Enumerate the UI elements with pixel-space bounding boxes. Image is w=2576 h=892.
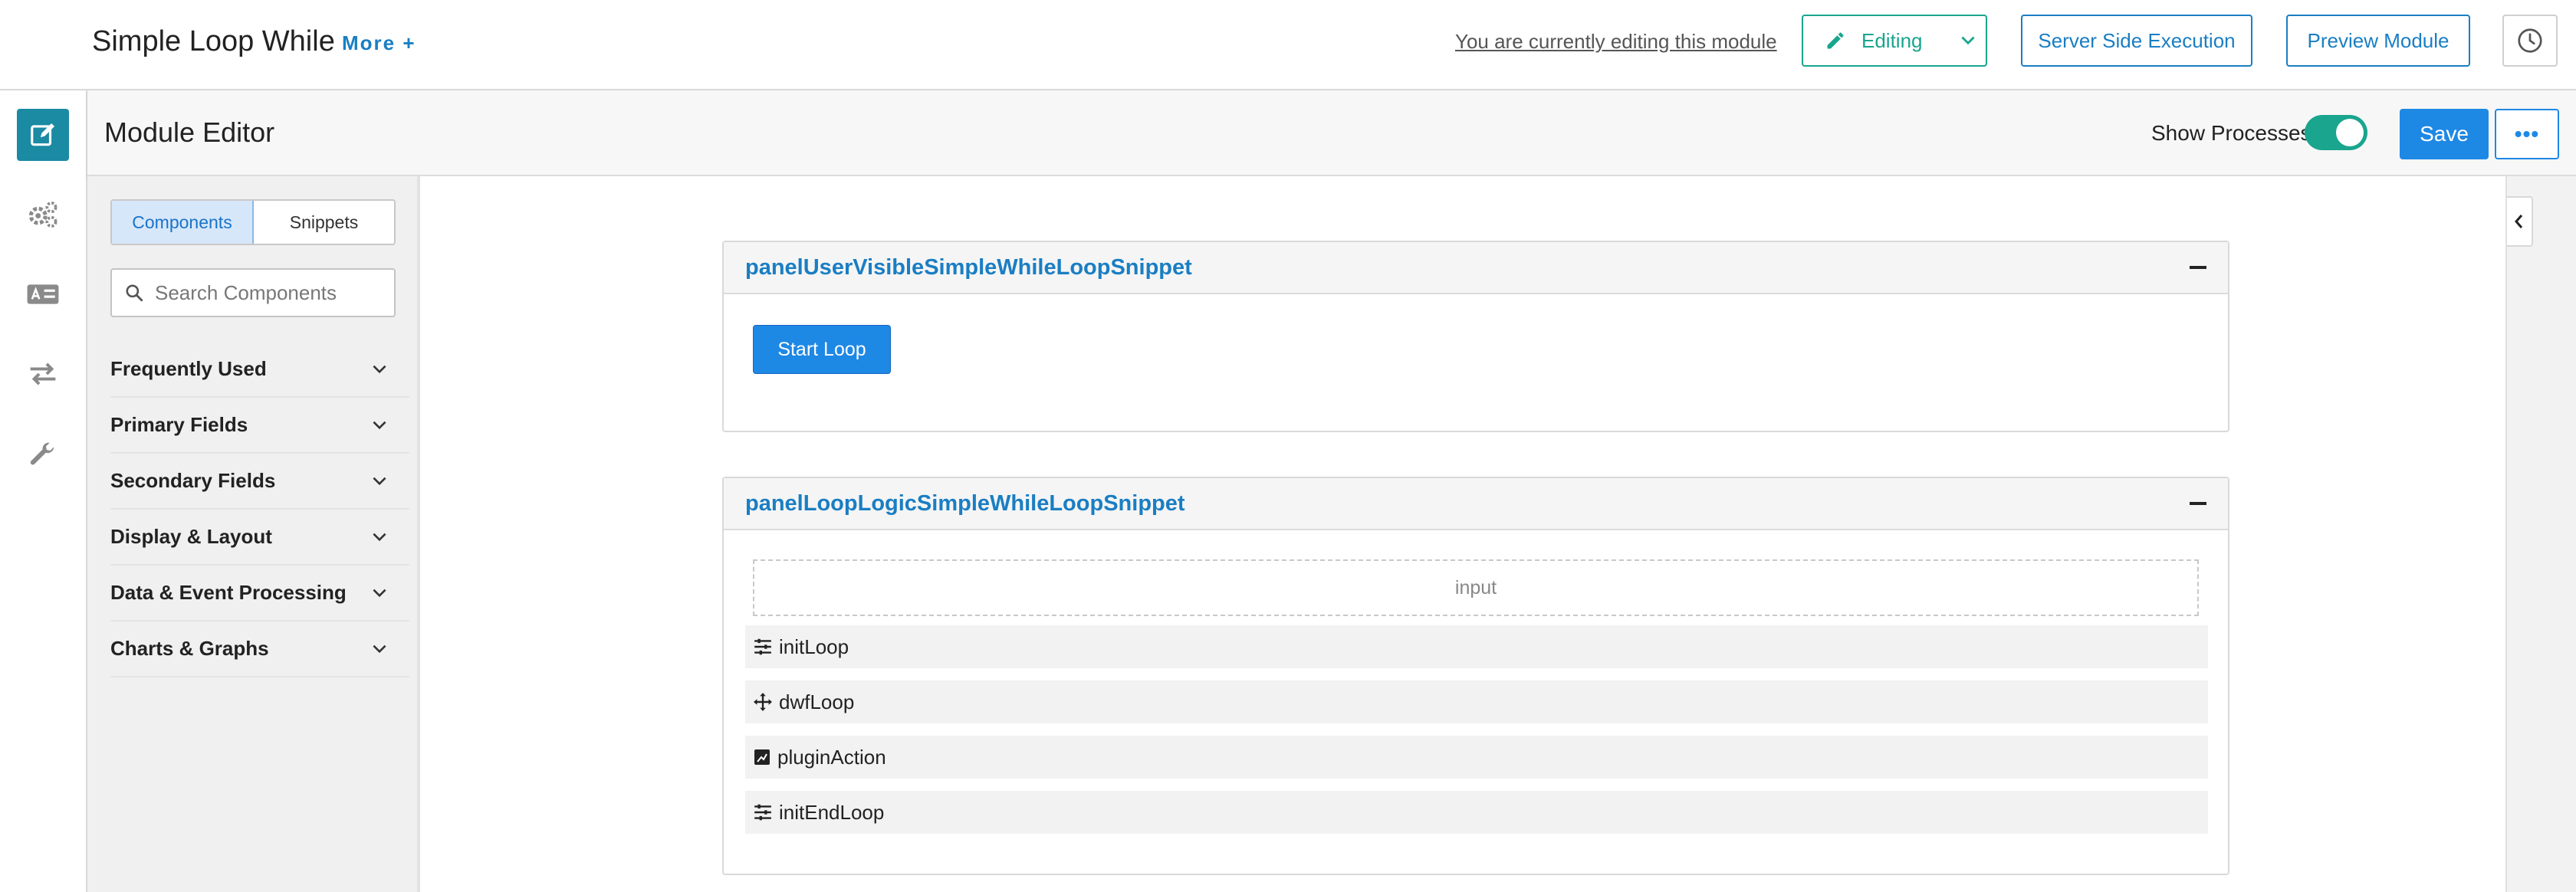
gears-icon (28, 202, 58, 228)
toggle-knob (2336, 119, 2364, 146)
process-row-dwfloop[interactable]: dwfLoop (745, 680, 2208, 723)
plugin-icon (754, 749, 770, 765)
process-row-pluginaction[interactable]: pluginAction (745, 736, 2208, 779)
chevron-down-icon (373, 477, 386, 485)
start-loop-button[interactable]: Start Loop (753, 325, 891, 374)
wrench-icon (30, 442, 54, 465)
editing-dropdown-button[interactable]: Editing (1802, 15, 1987, 67)
panel-header[interactable]: panelLoopLogicSimpleWhileLoopSnippet (724, 478, 2228, 530)
rail-forms-button[interactable] (17, 268, 69, 320)
more-menu-link[interactable]: More + (342, 29, 416, 57)
arrows-swap-icon (30, 362, 56, 385)
show-processes-label: Show Processes (2151, 121, 2312, 145)
category-data-event-processing[interactable]: Data & Event Processing (110, 566, 409, 621)
editing-status-link[interactable]: You are currently editing this module (1455, 28, 1777, 55)
search-components-box (110, 268, 396, 317)
panel-header[interactable]: panelUserVisibleSimpleWhileLoopSnippet (724, 242, 2228, 294)
chevron-left-icon (2515, 215, 2523, 228)
process-name: dwfLoop (779, 690, 855, 713)
panel-user-visible: panelUserVisibleSimpleWhileLoopSnippet S… (722, 241, 2229, 432)
app-title: Simple Loop While (92, 25, 335, 57)
clock-icon (2518, 28, 2542, 53)
tab-components[interactable]: Components (112, 201, 254, 244)
category-display-layout[interactable]: Display & Layout (110, 510, 409, 566)
page-title: Module Editor (104, 116, 275, 148)
category-label: Data & Event Processing (110, 581, 347, 604)
input-component-placeholder[interactable]: input (753, 559, 2199, 616)
sliders-icon (754, 638, 771, 655)
process-name: initEndLoop (779, 800, 885, 824)
category-label: Secondary Fields (110, 469, 276, 492)
server-side-execution-button[interactable]: Server Side Execution (2021, 15, 2252, 67)
chevron-down-icon (373, 589, 386, 597)
chevron-down-icon (373, 533, 386, 541)
chevron-down-icon (373, 644, 386, 653)
process-row-initloop[interactable]: initLoop (745, 625, 2208, 668)
module-editor-bar: Module Editor Show Processes Save ••• (87, 90, 2576, 176)
collapse-panel-button[interactable] (2507, 196, 2533, 247)
sliders-icon (754, 804, 771, 821)
right-side-strip (2505, 176, 2576, 892)
collapse-minus-icon[interactable] (2190, 266, 2206, 269)
chevron-down-icon (373, 365, 386, 373)
rail-settings-button[interactable] (17, 189, 69, 241)
pencil-icon (1827, 32, 1844, 49)
panel-loop-logic: panelLoopLogicSimpleWhileLoopSnippet inp… (722, 477, 2229, 875)
category-frequently-used[interactable]: Frequently Used (110, 342, 409, 398)
category-list: Frequently Used Primary Fields Secondary… (110, 342, 409, 677)
chevron-down-icon (373, 421, 386, 429)
category-label: Display & Layout (110, 525, 272, 548)
category-secondary-fields[interactable]: Secondary Fields (110, 454, 409, 510)
save-button[interactable]: Save (2400, 109, 2489, 159)
category-label: Frequently Used (110, 357, 267, 380)
edit-icon (31, 123, 55, 146)
left-nav-rail (0, 90, 87, 892)
process-name: pluginAction (777, 745, 886, 769)
collapse-minus-icon[interactable] (2190, 502, 2206, 505)
preview-module-button[interactable]: Preview Module (2286, 15, 2470, 67)
category-primary-fields[interactable]: Primary Fields (110, 398, 409, 454)
id-card-icon (27, 284, 59, 304)
category-charts-graphs[interactable]: Charts & Graphs (110, 621, 409, 677)
panel-title: panelLoopLogicSimpleWhileLoopSnippet (745, 490, 1185, 516)
move-arrows-icon (754, 693, 772, 711)
panel-title: panelUserVisibleSimpleWhileLoopSnippet (745, 254, 1192, 280)
rail-tools-button[interactable] (17, 428, 69, 480)
rail-editor-button[interactable] (17, 109, 69, 161)
category-label: Charts & Graphs (110, 637, 269, 660)
tab-snippets[interactable]: Snippets (254, 201, 394, 244)
category-label: Primary Fields (110, 413, 248, 436)
rail-integrations-button[interactable] (17, 348, 69, 400)
search-icon (126, 284, 143, 302)
show-processes-toggle[interactable] (2305, 115, 2367, 150)
components-sidebar: Components Snippets Frequently Used Prim… (87, 176, 420, 892)
top-header: Simple Loop While More + You are current… (0, 0, 2576, 90)
search-input[interactable] (155, 280, 385, 305)
chevron-down-icon (1960, 36, 1975, 45)
editing-label: Editing (1861, 28, 1923, 52)
more-options-button[interactable]: ••• (2495, 109, 2559, 159)
sidebar-tabs: Components Snippets (110, 199, 396, 245)
process-name: initLoop (779, 635, 849, 658)
history-button[interactable] (2502, 15, 2558, 67)
process-row-initendloop[interactable]: initEndLoop (745, 791, 2208, 834)
